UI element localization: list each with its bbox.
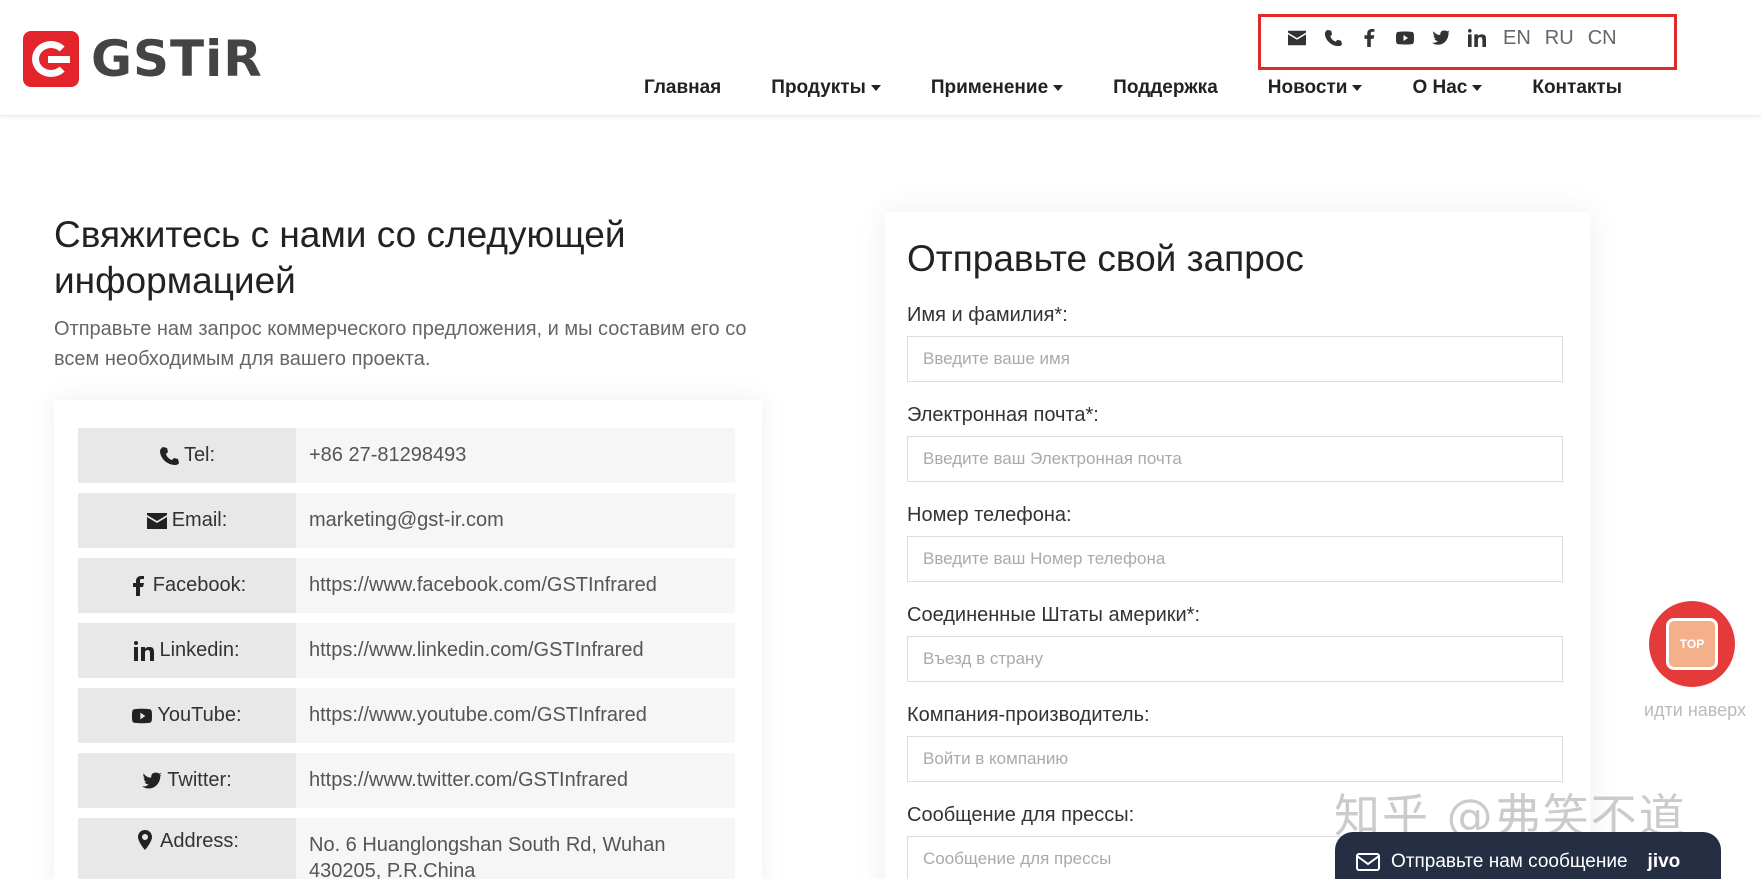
info-value-address: No. 6 Huanglongshan South Rd, Wuhan 4302… <box>296 818 735 879</box>
name-input[interactable] <box>907 336 1563 382</box>
youtube-icon[interactable] <box>1393 26 1417 50</box>
info-label-text: Email: <box>171 509 228 531</box>
info-value-linkedin[interactable]: https://www.linkedin.com/GSTInfrared <box>296 623 735 678</box>
nav-item-products[interactable]: Продукты <box>771 77 881 99</box>
back-to-top-label[interactable]: идти наверх <box>1635 700 1755 721</box>
company-label: Компания-производитель: <box>907 704 1150 726</box>
message-label: Сообщение для прессы: <box>907 804 1135 826</box>
info-row-address: Address: No. 6 Huanglongshan South Rd, W… <box>78 818 735 879</box>
phone-icon[interactable] <box>1321 26 1345 50</box>
map-marker-icon <box>138 830 153 850</box>
info-label-text: Facebook: <box>152 574 247 596</box>
info-value-facebook[interactable]: https://www.facebook.com/GSTInfrared <box>296 558 735 613</box>
form-title: Отправьте свой запрос <box>907 238 1304 279</box>
country-input[interactable] <box>907 636 1563 682</box>
info-label-text: Address: <box>160 830 239 852</box>
info-label-text: Twitter: <box>167 769 232 791</box>
logo-mark-icon <box>23 31 79 87</box>
contact-title: Свяжитесь с нами со следующей информацие… <box>54 214 626 301</box>
linkedin-icon <box>134 640 155 661</box>
phone-icon <box>159 446 179 465</box>
site-header: GSTiR EN RU CN Главная Продукты Применен… <box>0 0 1761 116</box>
nav-item-home[interactable]: Главная <box>644 77 721 99</box>
facebook-icon[interactable] <box>1357 26 1381 50</box>
info-label-text: YouTube: <box>157 704 242 726</box>
nav-item-support[interactable]: Поддержка <box>1113 77 1218 99</box>
info-row-twitter: Twitter: https://www.twitter.com/GSTInfr… <box>78 753 735 808</box>
chat-label: Отправьте нам сообщение <box>1391 851 1628 872</box>
nav-item-contacts[interactable]: Контакты <box>1532 77 1622 99</box>
main-nav: Главная Продукты Применение Поддержка Но… <box>644 74 1622 102</box>
chat-widget-button[interactable]: Отправьте нам сообщение jivo <box>1335 832 1721 879</box>
nav-item-news[interactable]: Новости <box>1268 77 1363 99</box>
caret-down-icon <box>870 85 881 91</box>
info-row-email: Email: marketing@gst-ir.com <box>78 493 735 548</box>
info-value-youtube[interactable]: https://www.youtube.com/GSTInfrared <box>296 688 735 743</box>
twitter-icon <box>142 772 163 788</box>
lang-ru[interactable]: RU <box>1545 27 1574 50</box>
email-label: Электронная почта*: <box>907 404 1099 426</box>
lang-cn[interactable]: CN <box>1588 27 1617 50</box>
caret-down-icon <box>1053 85 1064 91</box>
email-input[interactable] <box>907 436 1563 482</box>
envelope-icon <box>1356 853 1380 871</box>
envelope-icon <box>146 512 167 529</box>
info-label-text: Tel: <box>183 444 216 466</box>
logo-text: GSTiR <box>91 30 263 88</box>
youtube-icon <box>132 708 153 723</box>
info-row-facebook: Facebook: https://www.facebook.com/GSTIn… <box>78 558 735 613</box>
linkedin-icon[interactable] <box>1465 26 1489 50</box>
request-form: Отправьте свой запрос Имя и фамилия*: Эл… <box>885 212 1590 879</box>
info-label-text: Linkedin: <box>159 639 240 661</box>
info-row-linkedin: Linkedin: https://www.linkedin.com/GSTIn… <box>78 623 735 678</box>
nav-item-applications[interactable]: Применение <box>931 77 1064 99</box>
contact-info-card: Tel: +86 27-81298493 Email: marketing@gs… <box>54 400 762 879</box>
site-logo[interactable]: GSTiR <box>23 31 263 87</box>
phone-input[interactable] <box>907 536 1563 582</box>
topbar-links: EN RU CN <box>1261 23 1674 53</box>
caret-down-icon <box>1352 85 1363 91</box>
info-value-twitter[interactable]: https://www.twitter.com/GSTInfrared <box>296 753 735 808</box>
info-row-tel: Tel: +86 27-81298493 <box>78 428 735 483</box>
contact-description: Отправьте нам запрос коммерческого предл… <box>54 318 747 370</box>
lang-en[interactable]: EN <box>1503 27 1531 50</box>
name-label: Имя и фамилия*: <box>907 304 1068 326</box>
twitter-icon[interactable] <box>1429 26 1453 50</box>
nav-item-about[interactable]: О Нас <box>1412 77 1483 99</box>
back-to-top-button[interactable]: TOP <box>1649 601 1735 687</box>
envelope-icon[interactable] <box>1285 26 1309 50</box>
country-label: Соединенные Штаты америки*: <box>907 604 1200 626</box>
phone-label: Номер телефона: <box>907 504 1072 526</box>
caret-down-icon <box>1472 85 1483 91</box>
chat-brand-logo: jivo <box>1647 851 1681 872</box>
info-row-youtube: YouTube: https://www.youtube.com/GSTInfr… <box>78 688 735 743</box>
facebook-icon <box>132 575 144 596</box>
info-value-email[interactable]: marketing@gst-ir.com <box>296 493 735 548</box>
info-value-tel[interactable]: +86 27-81298493 <box>296 428 735 483</box>
topbar-highlight: EN RU CN <box>1258 14 1677 70</box>
top-chip-icon: TOP <box>1666 618 1718 670</box>
company-input[interactable] <box>907 736 1563 782</box>
